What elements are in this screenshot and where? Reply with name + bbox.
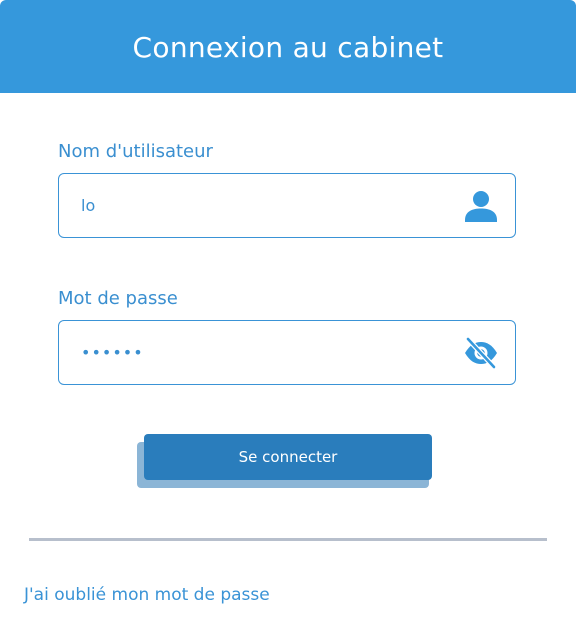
username-field-box[interactable]: [58, 173, 516, 238]
login-header: Connexion au cabinet: [0, 0, 576, 93]
username-label: Nom d'utilisateur: [58, 141, 213, 162]
forgot-password-link[interactable]: J'ai oublié mon mot de passe: [24, 584, 270, 606]
divider: [29, 538, 547, 541]
user-icon: [463, 188, 499, 224]
username-input[interactable]: [59, 174, 471, 237]
page-title: Connexion au cabinet: [132, 31, 444, 64]
login-button[interactable]: Se connecter: [144, 434, 432, 480]
eye-slash-icon[interactable]: [463, 335, 499, 371]
password-field-box[interactable]: [58, 320, 516, 385]
password-label: Mot de passe: [58, 288, 178, 309]
password-input[interactable]: [59, 321, 471, 384]
